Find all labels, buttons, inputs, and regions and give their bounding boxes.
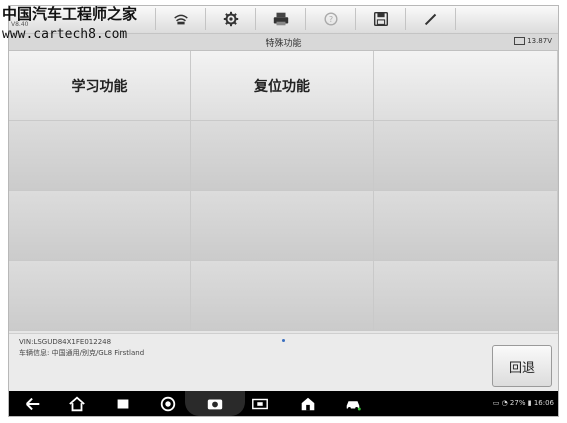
page-indicator-dot xyxy=(282,339,285,342)
save-icon xyxy=(373,11,388,27)
home-icon[interactable] xyxy=(67,394,87,414)
function-cell xyxy=(191,261,374,331)
app-window: ? 特殊功能 13.87V 学习功能 复位功能 VIN:LSGUD84X1FE0… xyxy=(8,5,559,417)
help-icon: ? xyxy=(323,12,338,26)
vin-text: VIN:LSGUD84X1FE012248 xyxy=(19,338,112,346)
battery-icon: ▮ xyxy=(527,399,532,407)
function-cell xyxy=(374,261,558,331)
function-cell xyxy=(374,121,558,191)
battery-indicator: 13.87V xyxy=(514,37,552,45)
printer-icon xyxy=(273,12,288,26)
function-grid: 学习功能 复位功能 xyxy=(9,51,558,331)
battery-percent: 27% xyxy=(509,399,526,407)
function-cell xyxy=(9,261,191,331)
back-arrow-icon[interactable] xyxy=(23,394,43,414)
save-button[interactable] xyxy=(355,8,405,30)
android-nav-bar: ▭ ◔ 27% ▮ 16:06 xyxy=(9,391,558,416)
help-button[interactable]: ? xyxy=(305,8,355,30)
pen-button[interactable] xyxy=(405,8,456,30)
function-cell xyxy=(374,191,558,261)
settings-button[interactable] xyxy=(205,8,255,30)
function-cell[interactable]: 复位功能 xyxy=(191,51,374,121)
watermark-url: www.cartech8.com xyxy=(2,27,128,42)
vehicle-icon[interactable] xyxy=(343,394,363,414)
function-cell xyxy=(374,51,558,121)
vehicle-info-text: 车辆信息: 中国通用/别克/GL8 Firstland xyxy=(19,349,145,357)
camera-icon[interactable] xyxy=(205,394,225,414)
recent-apps-icon[interactable] xyxy=(113,394,133,414)
vci-link-button[interactable] xyxy=(155,8,205,30)
print-button[interactable] xyxy=(255,8,305,30)
function-cell xyxy=(9,121,191,191)
system-status: ▭ ◔ 27% ▮ 16:06 xyxy=(493,399,554,407)
browser-icon[interactable] xyxy=(158,394,178,414)
back-button[interactable]: 回退 xyxy=(492,345,552,387)
function-cell xyxy=(191,121,374,191)
function-cell xyxy=(191,191,374,261)
function-cell[interactable]: 学习功能 xyxy=(9,51,191,121)
function-cell xyxy=(9,191,191,261)
clock-time: 16:06 xyxy=(533,399,554,407)
battery-voltage: 13.87V xyxy=(527,37,552,45)
autel-home-icon[interactable] xyxy=(298,394,318,414)
car-battery-icon xyxy=(514,37,526,45)
vehicle-info-panel: VIN:LSGUD84X1FE012248 车辆信息: 中国通用/别克/GL8 … xyxy=(9,333,558,392)
message-icon: ▭ xyxy=(492,399,500,407)
svg-text:?: ? xyxy=(328,14,332,24)
screen-record-icon[interactable] xyxy=(250,394,270,414)
vci-link-icon xyxy=(173,14,188,25)
wifi-icon: ◔ xyxy=(501,399,508,407)
watermark-title: 中国汽车工程师之家 xyxy=(2,5,138,23)
settings-gear-icon xyxy=(223,11,238,27)
pen-icon xyxy=(424,13,436,26)
